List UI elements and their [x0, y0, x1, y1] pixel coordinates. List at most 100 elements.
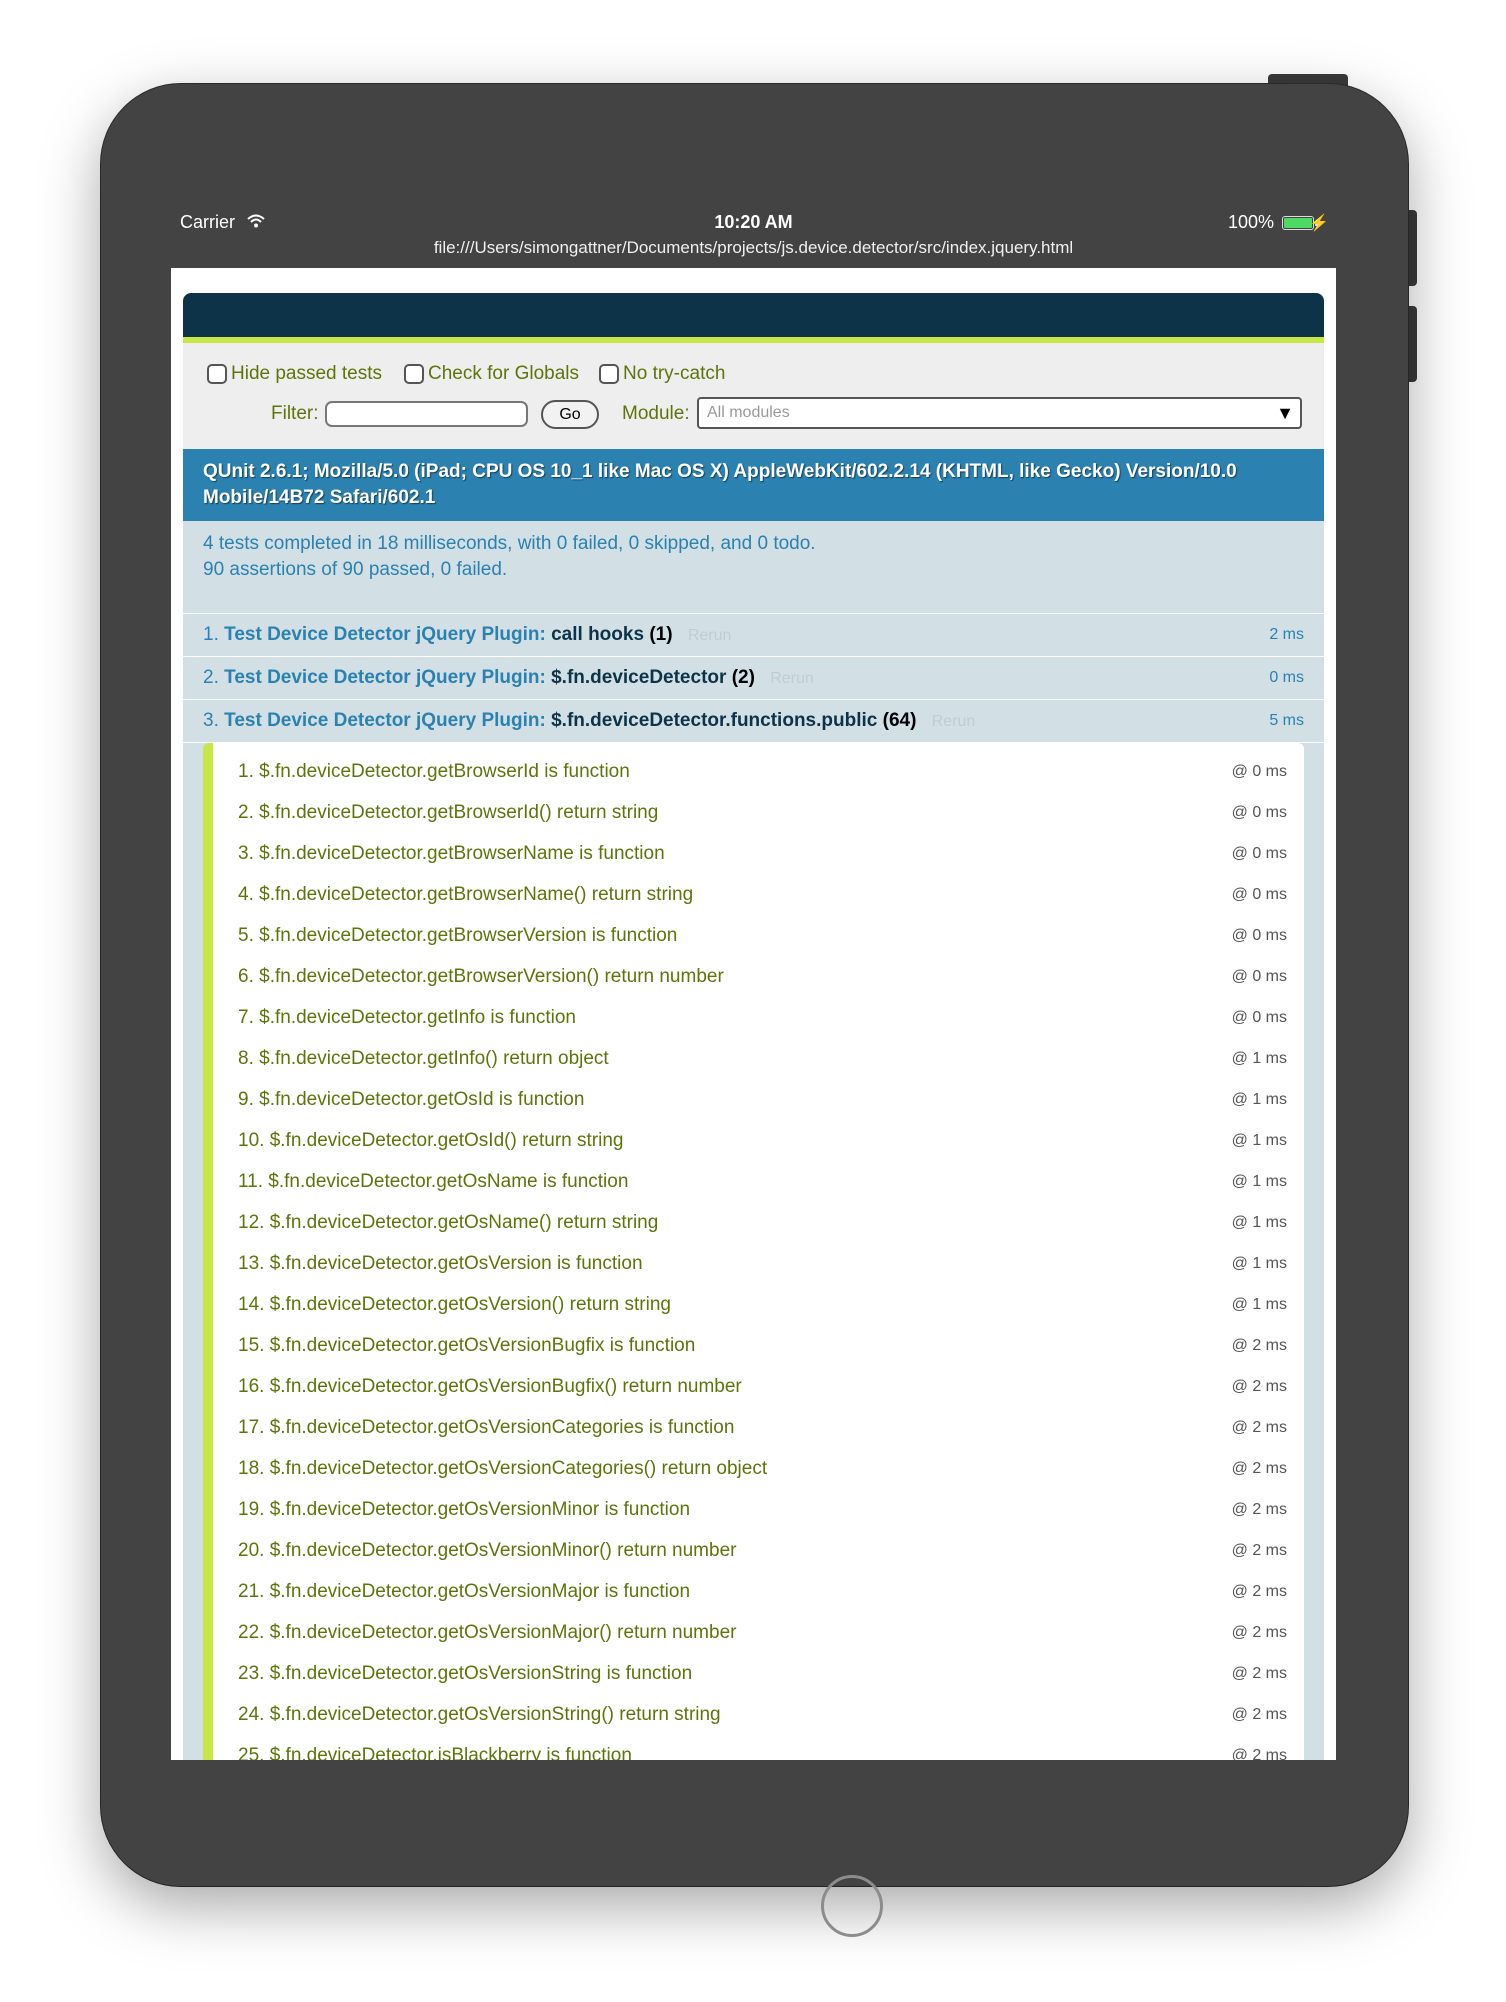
assertion-message: 5. $.fn.deviceDetector.getBrowserVersion… [238, 925, 678, 946]
assertion-item: 4. $.fn.deviceDetector.getBrowserName() … [213, 874, 1304, 915]
assertion-message: 2. $.fn.deviceDetector.getBrowserId() re… [238, 802, 659, 823]
qunit-page: Hide passed tests Check for Globals No t… [183, 293, 1324, 1760]
check-globals-checkbox[interactable]: Check for Globals [404, 363, 579, 385]
assertion-time: @ 1 ms [1231, 1173, 1287, 1190]
assertion-item: 11. $.fn.deviceDetector.getOsName is fun… [213, 1161, 1304, 1202]
test-runtime: 2 ms [1269, 626, 1304, 643]
assertion-message: 17. $.fn.deviceDetector.getOsVersionCate… [238, 1417, 735, 1438]
assertion-time: @ 2 ms [1231, 1747, 1287, 1760]
assertion-time: @ 2 ms [1231, 1419, 1287, 1436]
assertion-time: @ 0 ms [1231, 886, 1287, 903]
assertion-message: 16. $.fn.deviceDetector.getOsVersionBugf… [238, 1376, 742, 1397]
assertion-time: @ 0 ms [1231, 968, 1287, 985]
test-count: (64) [882, 710, 917, 731]
no-try-catch-checkbox[interactable]: No try-catch [599, 363, 725, 385]
assertion-message: 20. $.fn.deviceDetector.getOsVersionMino… [238, 1540, 737, 1561]
test-runtime: 0 ms [1269, 669, 1304, 686]
assertion-item: 18. $.fn.deviceDetector.getOsVersionCate… [213, 1448, 1304, 1489]
assertion-message: 3. $.fn.deviceDetector.getBrowserName is… [238, 843, 665, 864]
assertion-item: 5. $.fn.deviceDetector.getBrowserVersion… [213, 915, 1304, 956]
checkbox-box[interactable] [207, 364, 227, 384]
assertion-time: @ 1 ms [1231, 1132, 1287, 1149]
assertion-time: @ 1 ms [1231, 1091, 1287, 1108]
assertion-item: 8. $.fn.deviceDetector.getInfo() return … [213, 1038, 1304, 1079]
assertion-message: 22. $.fn.deviceDetector.getOsVersionMajo… [238, 1622, 737, 1643]
assertion-item: 24. $.fn.deviceDetector.getOsVersionStri… [213, 1694, 1304, 1735]
assertion-message: 24. $.fn.deviceDetector.getOsVersionStri… [238, 1704, 721, 1725]
assertion-item: 16. $.fn.deviceDetector.getOsVersionBugf… [213, 1366, 1304, 1407]
charging-icon: ⚡ [1309, 215, 1329, 232]
assertion-message: 12. $.fn.deviceDetector.getOsName() retu… [238, 1212, 659, 1233]
hide-passed-label: Hide passed tests [231, 363, 383, 384]
screen: Carrier 10:20 AM 100% ⚡ file:///Users/si… [171, 208, 1336, 1760]
assertion-message: 7. $.fn.deviceDetector.getInfo is functi… [238, 1007, 576, 1028]
rerun-link[interactable]: Rerun [770, 670, 814, 687]
test-summary: 4 tests completed in 18 milliseconds, wi… [183, 521, 1324, 614]
checkbox-box[interactable] [599, 364, 619, 384]
assertion-message: 23. $.fn.deviceDetector.getOsVersionStri… [238, 1663, 693, 1684]
assertion-item: 6. $.fn.deviceDetector.getBrowserVersion… [213, 956, 1304, 997]
assertion-time: @ 1 ms [1231, 1255, 1287, 1272]
filter-label: Filter: [271, 403, 319, 424]
assertion-list: 1. $.fn.deviceDetector.getBrowserId is f… [203, 743, 1304, 1760]
module-label: Module: [622, 403, 690, 424]
assertion-time: @ 2 ms [1231, 1706, 1287, 1723]
assertion-message: 10. $.fn.deviceDetector.getOsId() return… [238, 1130, 624, 1151]
assertion-item: 15. $.fn.deviceDetector.getOsVersionBugf… [213, 1325, 1304, 1366]
assertion-message: 25. $.fn.deviceDetector.isBlackberry is … [238, 1745, 632, 1760]
assertion-message: 18. $.fn.deviceDetector.getOsVersionCate… [238, 1458, 768, 1479]
assertion-time: @ 1 ms [1231, 1296, 1287, 1313]
test-name: call hooks [551, 624, 645, 645]
module-selected-value: All modules [707, 404, 790, 421]
test-row[interactable]: 1. Test Device Detector jQuery Plugin: c… [183, 614, 1324, 657]
assertion-time: @ 2 ms [1231, 1337, 1287, 1354]
checkbox-box[interactable] [404, 364, 424, 384]
hide-passed-checkbox[interactable]: Hide passed tests [207, 363, 382, 385]
assertion-time: @ 1 ms [1231, 1050, 1287, 1067]
assertion-time: @ 2 ms [1231, 1501, 1287, 1518]
assertion-message: 15. $.fn.deviceDetector.getOsVersionBugf… [238, 1335, 696, 1356]
dropdown-arrow-icon: ▼ [1276, 403, 1294, 423]
assertion-message: 19. $.fn.deviceDetector.getOsVersionMino… [238, 1499, 691, 1520]
address-url[interactable]: file:///Users/simongattner/Documents/pro… [171, 238, 1336, 258]
assertion-item: 20. $.fn.deviceDetector.getOsVersionMino… [213, 1530, 1304, 1571]
summary-tests-line: 4 tests completed in 18 milliseconds, wi… [203, 533, 816, 554]
assertion-item: 3. $.fn.deviceDetector.getBrowserName is… [213, 833, 1304, 874]
assertion-message: 9. $.fn.deviceDetector.getOsId is functi… [238, 1089, 585, 1110]
assertion-time: @ 2 ms [1231, 1665, 1287, 1682]
qunit-header [183, 293, 1324, 343]
user-agent-banner: QUnit 2.6.1; Mozilla/5.0 (iPad; CPU OS 1… [183, 449, 1324, 521]
assertion-item: 22. $.fn.deviceDetector.getOsVersionMajo… [213, 1612, 1304, 1653]
no-try-catch-label: No try-catch [623, 363, 726, 384]
assertion-item: 23. $.fn.deviceDetector.getOsVersionStri… [213, 1653, 1304, 1694]
test-row[interactable]: 2. Test Device Detector jQuery Plugin: $… [183, 657, 1324, 700]
filter-input[interactable] [325, 401, 528, 427]
assertion-time: @ 0 ms [1231, 763, 1287, 780]
test-index: 2. [203, 667, 219, 688]
assertion-message: 13. $.fn.deviceDetector.getOsVersion is … [238, 1253, 643, 1274]
test-row[interactable]: 3. Test Device Detector jQuery Plugin: $… [183, 700, 1324, 743]
rerun-link[interactable]: Rerun [688, 627, 732, 644]
assertion-item: 1. $.fn.deviceDetector.getBrowserId is f… [213, 751, 1304, 792]
assertion-time: @ 0 ms [1231, 845, 1287, 862]
test-name: $.fn.deviceDetector.functions.public [551, 710, 878, 731]
assertion-item: 25. $.fn.deviceDetector.isBlackberry is … [213, 1735, 1304, 1760]
battery-percent: 100% [1227, 212, 1274, 232]
assertion-time: @ 1 ms [1231, 1214, 1287, 1231]
assertion-message: 4. $.fn.deviceDetector.getBrowserName() … [238, 884, 694, 905]
assertion-item: 7. $.fn.deviceDetector.getInfo is functi… [213, 997, 1304, 1038]
assertion-item: 19. $.fn.deviceDetector.getOsVersionMino… [213, 1489, 1304, 1530]
go-button[interactable]: Go [541, 400, 599, 429]
assertion-time: @ 0 ms [1231, 804, 1287, 821]
assertion-item: 2. $.fn.deviceDetector.getBrowserId() re… [213, 792, 1304, 833]
assertion-item: 12. $.fn.deviceDetector.getOsName() retu… [213, 1202, 1304, 1243]
test-module: Test Device Detector jQuery Plugin: [224, 710, 546, 731]
rerun-link[interactable]: Rerun [932, 713, 976, 730]
status-bar: Carrier 10:20 AM 100% ⚡ file:///Users/si… [171, 208, 1336, 268]
test-assertions-panel: 1. $.fn.deviceDetector.getBrowserId is f… [183, 743, 1324, 1760]
assertion-time: @ 0 ms [1231, 927, 1287, 944]
assertion-time: @ 2 ms [1231, 1624, 1287, 1641]
assertion-time: @ 2 ms [1231, 1378, 1287, 1395]
home-button[interactable] [821, 1875, 883, 1937]
module-select[interactable]: All modules ▼ [697, 397, 1302, 429]
